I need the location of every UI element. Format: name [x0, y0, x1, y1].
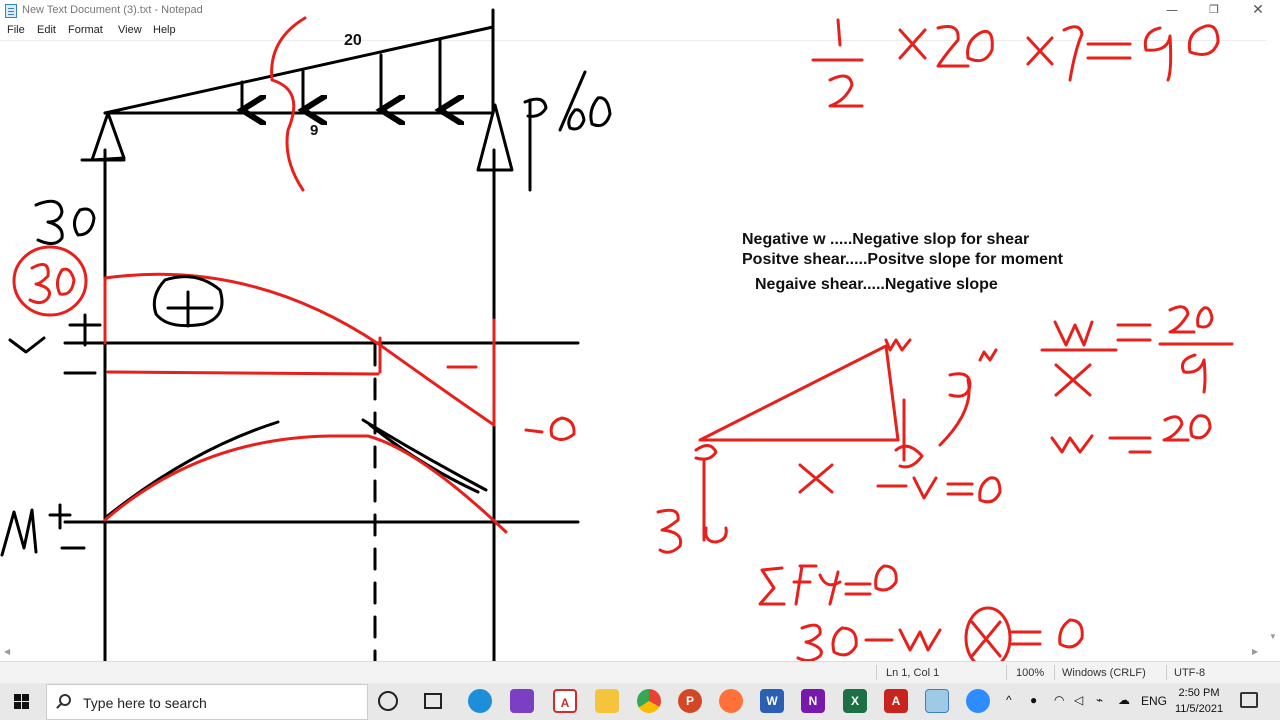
task-view-icon[interactable]: [424, 693, 442, 709]
pdf-icon[interactable]: A: [884, 689, 908, 713]
moment-sketch-right: [361, 418, 488, 492]
left-support: [90, 111, 126, 162]
beam-drawing: [0, 8, 612, 702]
onenote-icon[interactable]: N: [801, 689, 825, 713]
powerpoint-icon[interactable]: P: [678, 689, 702, 713]
status-bar: Ln 1, Col 1 100% Windows (CRLF) UTF-8: [0, 661, 1280, 683]
word-icon[interactable]: W: [760, 689, 784, 713]
ink-drawing-layer: 20 9: [0, 8, 1234, 702]
chevron-up-icon[interactable]: ^: [1006, 693, 1012, 720]
notepad-taskbar-icon[interactable]: [925, 689, 949, 713]
wifi-icon[interactable]: ◠: [1054, 693, 1064, 720]
span-length-label: 9: [310, 122, 318, 139]
network-icon[interactable]: ⌁: [1096, 693, 1103, 720]
excel-icon[interactable]: X: [843, 689, 867, 713]
chrome-icon[interactable]: [637, 689, 661, 713]
zoom-icon[interactable]: [966, 689, 990, 713]
file-explorer-icon[interactable]: [595, 689, 619, 713]
edge-icon[interactable]: [468, 689, 492, 713]
clock-time: 2:50 PM: [1178, 687, 1220, 699]
notification-icon[interactable]: [1240, 692, 1258, 708]
zoom-level: 100%: [1016, 667, 1045, 679]
acrobat-icon[interactable]: A: [553, 689, 577, 713]
moment-curve: [103, 434, 508, 534]
search-placeholder: Type here to search: [83, 695, 207, 711]
cortana-icon[interactable]: [378, 691, 398, 711]
clock-date: 11/5/2021: [1174, 703, 1224, 715]
microphone-icon[interactable]: ●: [1030, 693, 1037, 720]
firefox-icon[interactable]: [719, 689, 743, 713]
windows-icon: [14, 694, 21, 701]
load-top-line: [103, 25, 495, 115]
visual-studio-icon[interactable]: [510, 689, 534, 713]
volume-icon[interactable]: ◁: [1074, 693, 1083, 720]
cursor-position: Ln 1, Col 1: [886, 667, 940, 679]
shear-curve: [103, 272, 496, 427]
taskbar-search[interactable]: Type here to search: [46, 684, 368, 720]
onedrive-icon[interactable]: ☁: [1118, 693, 1130, 720]
search-icon: [59, 694, 71, 706]
system-clock[interactable]: 2:50 PM 11/5/2021: [1164, 685, 1234, 717]
load-intensity-label: 20: [344, 32, 362, 49]
moment-sketch-left: [103, 420, 280, 520]
taskbar: Type here to search A P W N X A ^ ● ◠ ◁ …: [0, 683, 1280, 720]
line-endings: Windows (CRLF): [1062, 667, 1146, 679]
encoding: UTF-8: [1174, 667, 1206, 679]
start-button[interactable]: [0, 683, 44, 720]
